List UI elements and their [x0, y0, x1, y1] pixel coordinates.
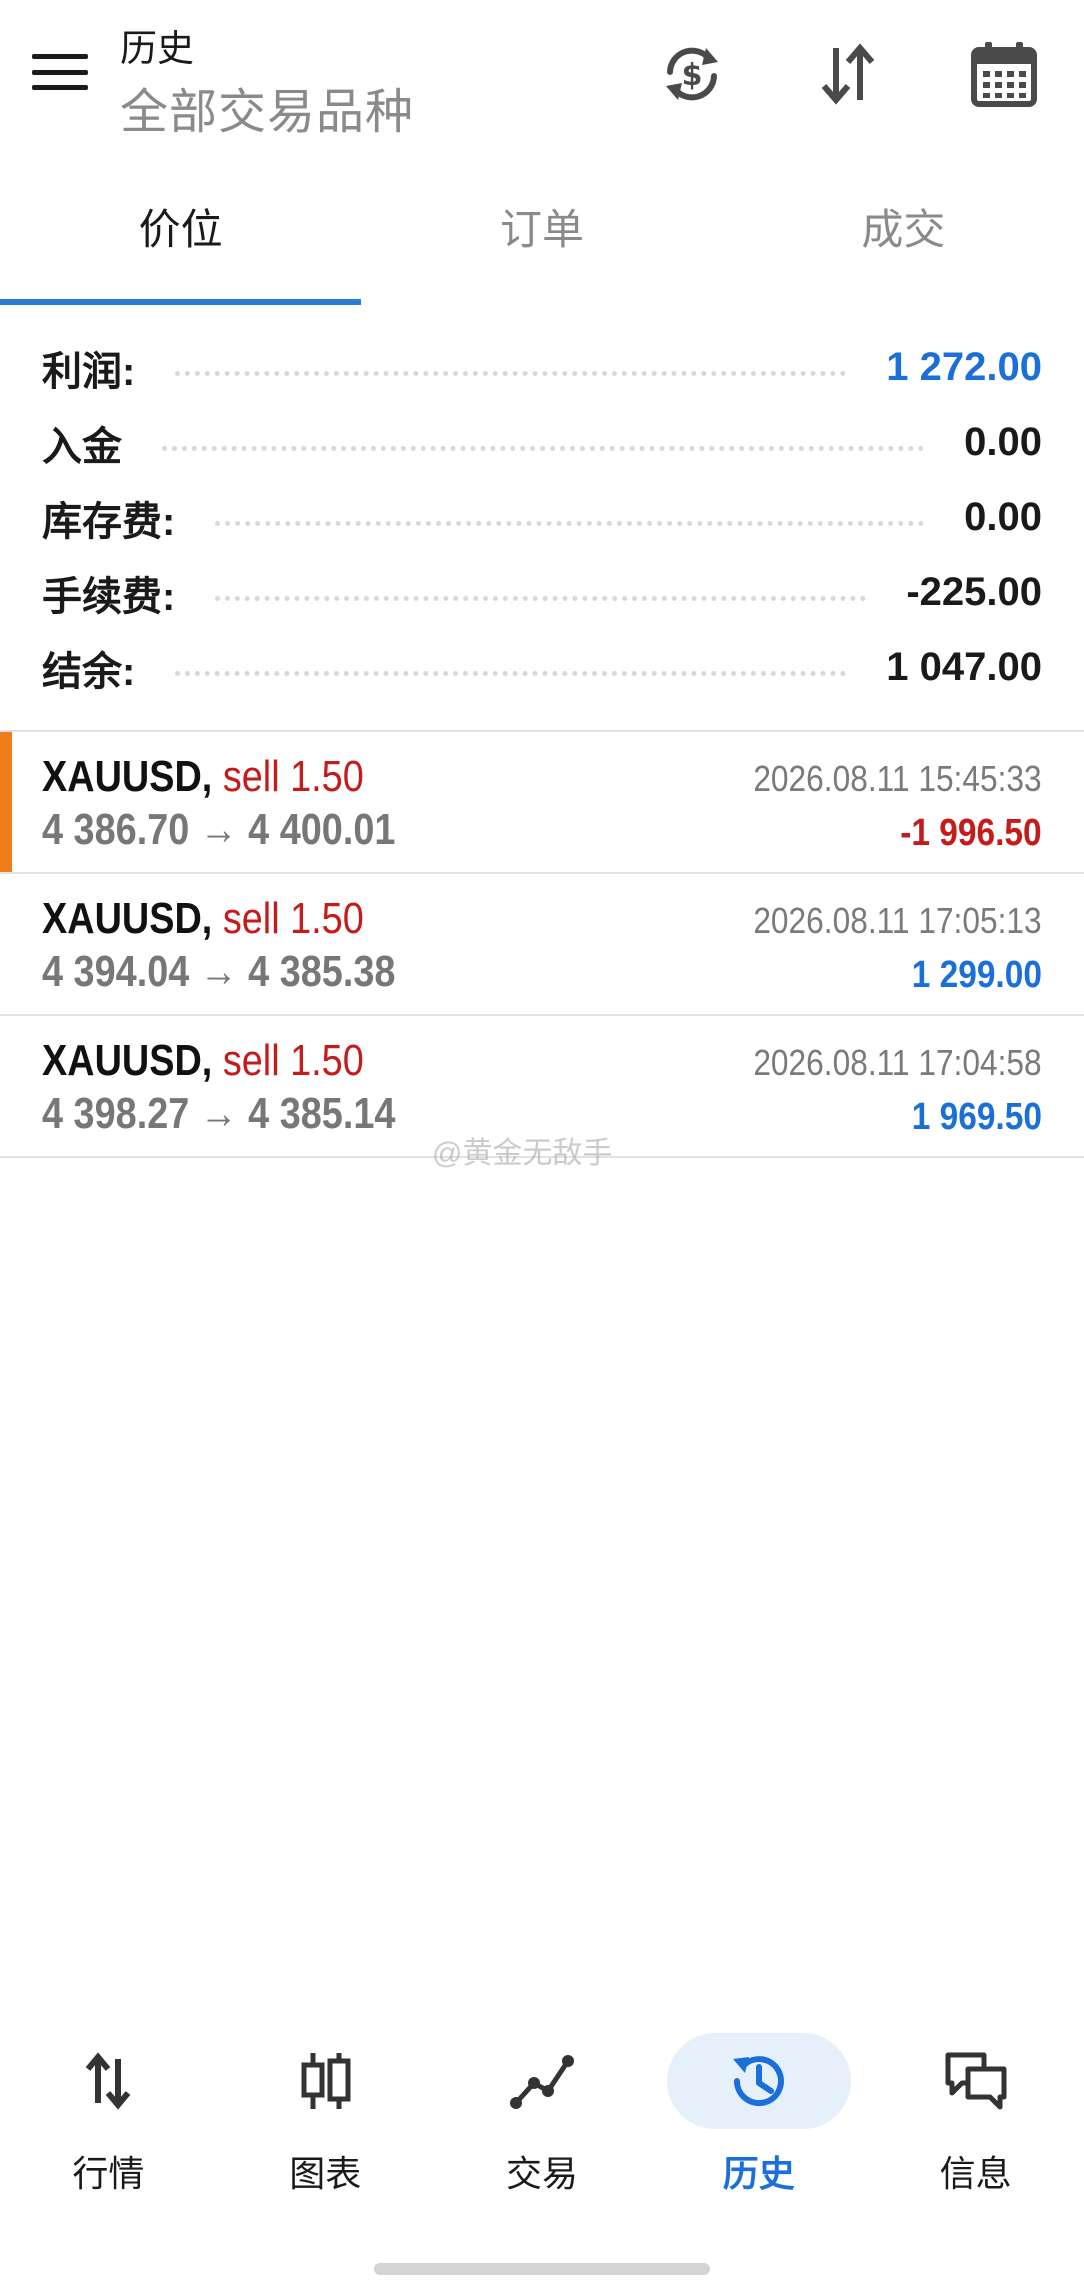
summary-label: 入金 — [42, 424, 122, 469]
app-header: 历史 全部交易品种 $ — [0, 0, 1084, 160]
nav-item-quotes[interactable]: 行情 — [0, 2025, 217, 2215]
trade-symbol: XAUUSD, — [42, 752, 213, 801]
nav-item-trade[interactable]: 交易 — [434, 2025, 651, 2215]
home-indicator[interactable] — [374, 2263, 710, 2275]
calendar-button[interactable] — [968, 38, 1040, 110]
summary-label: 库存费: — [42, 499, 176, 544]
nav-item-charts[interactable]: 图表 — [217, 2025, 434, 2215]
nav-label: 行情 — [72, 2153, 145, 2194]
menu-icon — [32, 54, 88, 59]
summary-value: 0.00 — [964, 420, 1042, 464]
currency-sync-button[interactable]: $ — [656, 38, 728, 110]
history-tabs: 价位 订单 成交 — [0, 190, 1084, 305]
sort-button[interactable] — [812, 38, 884, 110]
tab-deals[interactable]: 成交 — [723, 190, 1084, 305]
sort-arrows-icon — [821, 43, 875, 105]
trade-side-volume: sell 1.50 — [222, 752, 364, 801]
quotes-arrows-icon — [72, 2045, 144, 2117]
trade-prices: 4 394.04 → 4 385.38 — [42, 947, 396, 996]
tab-orders[interactable]: 订单 — [361, 190, 722, 305]
summary-value: -225.00 — [906, 570, 1042, 614]
nav-label: 信息 — [939, 2153, 1012, 2194]
summary-label: 手续费: — [42, 574, 176, 619]
summary-value: 1 272.00 — [886, 345, 1042, 389]
summary-row-deposit: 入金 0.00 — [0, 405, 1084, 480]
tab-positions[interactable]: 价位 — [0, 190, 362, 305]
trade-line-icon — [506, 2045, 578, 2117]
nav-label: 图表 — [289, 2153, 362, 2194]
summary-value: 1 047.00 — [886, 645, 1042, 689]
currency-sync-icon: $ — [666, 47, 718, 101]
trade-side-volume: sell 1.50 — [222, 1036, 364, 1085]
trade-profit: 1 299.00 — [911, 954, 1042, 996]
svg-text:$: $ — [682, 58, 703, 93]
summary-row-commission: 手续费: -225.00 — [0, 555, 1084, 630]
trade-symbol: XAUUSD, — [42, 1036, 213, 1085]
summary-label: 利润: — [42, 349, 136, 394]
history-clock-icon — [723, 2045, 795, 2117]
summary-panel: 利润: 1 272.00 入金 0.00 库存费: 0.00 手续费: -225… — [0, 330, 1084, 705]
summary-label: 结余: — [42, 649, 136, 694]
trade-list: XAUUSD, sell 1.50 4 386.70 → 4 400.01 20… — [0, 730, 1084, 1158]
summary-row-balance: 结余: 1 047.00 — [0, 630, 1084, 705]
candlestick-chart-icon — [289, 2045, 361, 2117]
nav-label: 历史 — [722, 2153, 795, 2194]
symbol-filter-subtitle[interactable]: 全部交易品种 — [120, 72, 414, 142]
nav-label: 交易 — [505, 2153, 578, 2194]
trade-row[interactable]: XAUUSD, sell 1.50 4 394.04 → 4 385.38 20… — [0, 874, 1084, 1016]
watermark: @黄金无敌手 — [432, 1137, 613, 1170]
trade-time: 2026.08.11 15:45:33 — [753, 758, 1042, 799]
summary-value: 0.00 — [964, 495, 1042, 539]
nav-item-messages[interactable]: 信息 — [867, 2025, 1084, 2215]
trade-profit: 1 969.50 — [911, 1096, 1042, 1138]
nav-item-history[interactable]: 历史 — [650, 2025, 867, 2215]
trade-prices: 4 398.27 → 4 385.14 — [42, 1089, 396, 1138]
menu-button[interactable] — [28, 48, 92, 96]
trade-symbol: XAUUSD, — [42, 894, 213, 943]
messages-icon — [940, 2045, 1012, 2117]
summary-row-swap: 库存费: 0.00 — [0, 480, 1084, 555]
trade-time: 2026.08.11 17:05:13 — [753, 900, 1042, 941]
bottom-navigation: 行情 图表 交易 历史 信息 — [0, 2025, 1084, 2215]
selected-marker — [0, 732, 12, 872]
trade-profit: -1 996.50 — [900, 812, 1042, 854]
trade-row[interactable]: XAUUSD, sell 1.50 4 386.70 → 4 400.01 20… — [0, 732, 1084, 874]
trade-time: 2026.08.11 17:04:58 — [753, 1042, 1042, 1083]
summary-row-profit: 利润: 1 272.00 — [0, 330, 1084, 405]
trade-prices: 4 386.70 → 4 400.01 — [42, 805, 396, 854]
page-title: 历史 — [120, 28, 194, 69]
trade-side-volume: sell 1.50 — [222, 894, 364, 943]
calendar-icon — [971, 42, 1037, 107]
